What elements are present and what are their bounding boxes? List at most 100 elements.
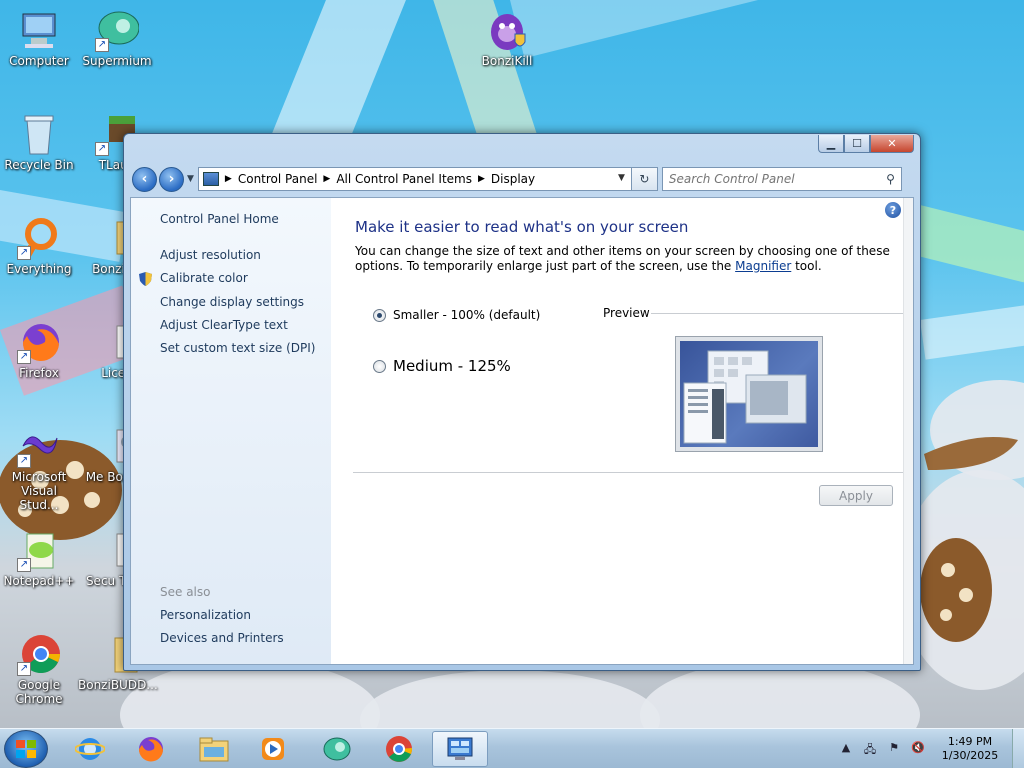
vertical-scrollbar[interactable] xyxy=(903,198,913,664)
magnifier-link[interactable]: Magnifier xyxy=(735,259,791,273)
start-button[interactable] xyxy=(4,730,48,768)
notepad-plus-plus-icon: ↗ xyxy=(17,528,61,572)
description-text-end: tool. xyxy=(791,259,822,273)
taskbar-control-panel[interactable] xyxy=(432,731,488,767)
desktop-icon-everything[interactable]: ↗ Everything xyxy=(0,216,78,276)
sidebar-link-personalization[interactable]: Personalization xyxy=(160,608,251,622)
breadcrumb-separator-icon[interactable]: ▶ xyxy=(478,174,485,184)
desktop-icon-label: Computer xyxy=(9,54,69,68)
breadcrumb-separator-icon[interactable]: ▶ xyxy=(323,174,330,184)
maximize-button[interactable]: ☐ xyxy=(844,135,870,153)
network-icon[interactable]: 🖧 xyxy=(862,741,878,757)
control-panel-icon xyxy=(202,172,219,186)
show-desktop-button[interactable] xyxy=(1012,729,1024,768)
purple-gorilla-shield-icon xyxy=(485,8,529,52)
preview-image xyxy=(675,336,823,452)
sidebar-link-change-display-settings[interactable]: Change display settings xyxy=(160,295,304,309)
desktop-icon-computer[interactable]: Computer xyxy=(0,8,78,68)
chrome-icon: ↗ xyxy=(17,632,61,676)
taskbar-firefox[interactable] xyxy=(123,731,179,767)
desktop-icon-label: Everything xyxy=(6,262,72,276)
light-ray xyxy=(510,0,933,59)
supermium-icon: ↗ xyxy=(95,8,140,52)
window-content: Control Panel Home Adjust resolution Cal… xyxy=(130,197,914,665)
desktop-icon-firefox[interactable]: ↗ Firefox xyxy=(0,320,78,380)
preview-desktop-art xyxy=(680,341,818,447)
clock[interactable]: 1:49 PM 1/30/2025 xyxy=(934,735,1006,763)
minimize-button[interactable]: ▁ xyxy=(818,135,844,153)
option-smaller-label: Smaller - 100% (default) xyxy=(393,308,541,322)
desktop-icon-label: Firefox xyxy=(19,366,59,380)
shortcut-arrow-icon: ↗ xyxy=(17,662,31,676)
search-box[interactable]: ⚲ xyxy=(661,167,902,191)
volume-muted-icon[interactable]: 🔇 xyxy=(910,741,926,757)
see-also-heading: See also xyxy=(160,585,211,599)
apply-divider xyxy=(353,472,905,473)
search-icon[interactable]: ⚲ xyxy=(886,172,895,186)
close-button[interactable]: ✕ xyxy=(870,135,914,153)
desktop-icon-recycle-bin[interactable]: Recycle Bin xyxy=(0,112,78,172)
option-smaller[interactable]: Smaller - 100% (default) xyxy=(373,308,540,322)
page-heading: Make it easier to read what's on your sc… xyxy=(355,218,689,236)
computer-icon xyxy=(17,8,61,52)
shortcut-arrow-icon: ↗ xyxy=(95,38,109,52)
sidebar-link-calibrate-color[interactable]: Calibrate color xyxy=(160,271,248,285)
show-hidden-icons-chevron-icon[interactable]: ▲ xyxy=(838,741,854,757)
address-bar[interactable]: ▶ Control Panel ▶ All Control Panel Item… xyxy=(197,167,632,191)
address-dropdown-icon[interactable]: ▼ xyxy=(618,173,625,183)
sidebar-link-adjust-cleartype[interactable]: Adjust ClearType text xyxy=(160,318,288,332)
option-medium[interactable]: Medium - 125% xyxy=(373,357,511,375)
desktop-icon-label: BonziBUDD... xyxy=(78,678,158,692)
supermium-icon xyxy=(323,737,351,761)
breadcrumb-separator-icon[interactable]: ▶ xyxy=(225,174,232,184)
sidebar-link-adjust-resolution[interactable]: Adjust resolution xyxy=(160,248,261,262)
control-panel-window[interactable]: ▁ ☐ ✕ ‹ › ▼ ▶ Control Panel ▶ All Contro… xyxy=(123,133,921,671)
media-player-icon xyxy=(262,738,284,760)
recent-pages-dropdown[interactable]: ▼ xyxy=(187,174,194,184)
everything-search-icon: ↗ xyxy=(17,216,61,260)
back-button[interactable]: ‹ xyxy=(132,166,157,192)
sidebar: Control Panel Home Adjust resolution Cal… xyxy=(131,198,331,664)
radio-medium[interactable] xyxy=(373,359,386,373)
firefox-icon xyxy=(138,737,163,762)
sidebar-link-control-panel-home[interactable]: Control Panel Home xyxy=(160,212,279,226)
shortcut-arrow-icon: ↗ xyxy=(17,454,31,468)
forward-button[interactable]: › xyxy=(159,166,184,192)
search-input[interactable] xyxy=(668,172,869,186)
shortcut-arrow-icon: ↗ xyxy=(17,350,31,364)
firefox-icon: ↗ xyxy=(17,320,61,364)
apply-button[interactable]: Apply xyxy=(819,485,893,506)
breadcrumb-control-panel[interactable]: Control Panel xyxy=(238,172,318,186)
sidebar-link-custom-dpi[interactable]: Set custom text size (DPI) xyxy=(160,341,315,355)
shortcut-arrow-icon: ↗ xyxy=(17,558,31,572)
shortcut-arrow-icon: ↗ xyxy=(95,142,109,156)
desktop-icon-label: BonziKill xyxy=(481,54,533,68)
breadcrumb-display[interactable]: Display xyxy=(491,172,535,186)
desktop-icon-google-chrome[interactable]: ↗ Google Chrome xyxy=(0,632,78,706)
desktop-icon-notepad-plus-plus[interactable]: ↗ Notepad++ xyxy=(0,528,78,588)
internet-explorer-icon xyxy=(75,738,105,760)
desktop-icon-label: Microsoft Visual Stud... xyxy=(11,470,67,512)
desktop-icon-visual-studio[interactable]: ↗ Microsoft Visual Stud... xyxy=(0,424,78,512)
sidebar-link-devices-printers[interactable]: Devices and Printers xyxy=(160,631,284,645)
shortcut-arrow-icon: ↗ xyxy=(17,246,31,260)
turtle-flipper-art xyxy=(920,437,1018,642)
help-icon[interactable]: ? xyxy=(885,202,901,218)
desktop-icon-label: Recycle Bin xyxy=(4,158,74,172)
taskbar-internet-explorer[interactable] xyxy=(62,731,118,767)
desktop-icon-label: Google Chrome xyxy=(15,678,63,706)
breadcrumb-all-items[interactable]: All Control Panel Items xyxy=(336,172,472,186)
taskbar-supermium[interactable] xyxy=(309,731,365,767)
taskbar-media-player[interactable] xyxy=(245,731,301,767)
radio-smaller[interactable] xyxy=(373,308,386,322)
window-controls: ▁ ☐ ✕ xyxy=(818,135,914,153)
preview-label: Preview xyxy=(603,306,650,320)
desktop-icon-bonzikill[interactable]: BonziKill xyxy=(468,8,546,68)
desktop-icon-supermium[interactable]: ↗ Supermium xyxy=(78,8,156,68)
action-center-flag-icon[interactable]: ⚑ xyxy=(886,741,902,757)
visual-studio-icon: ↗ xyxy=(17,424,61,468)
refresh-button[interactable]: ↻ xyxy=(631,167,658,191)
taskbar-file-explorer[interactable] xyxy=(186,731,242,767)
taskbar-google-chrome[interactable] xyxy=(371,731,427,767)
preview-divider xyxy=(651,313,906,314)
